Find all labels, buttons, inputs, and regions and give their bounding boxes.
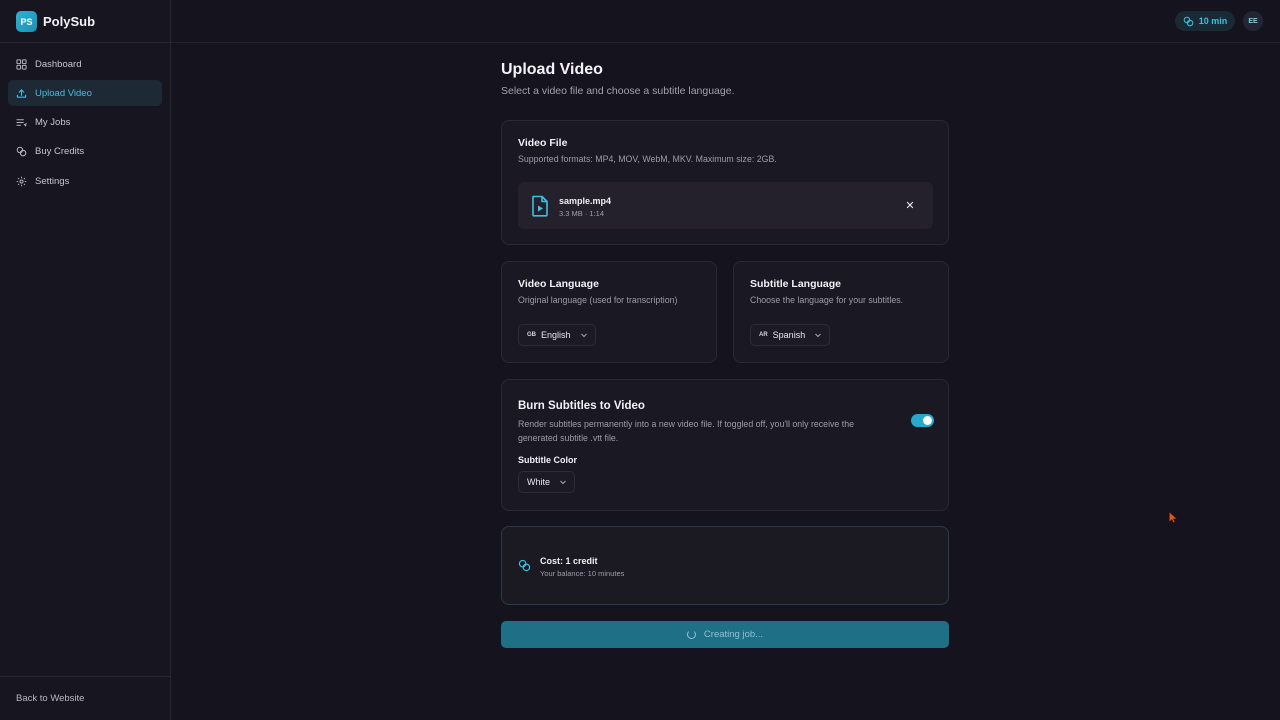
list-icon [16,117,27,128]
divider [0,676,171,677]
card-description: Render subtitles permanently into a new … [518,419,854,443]
brand-name: PolySub [43,14,96,29]
flag-ar-icon: AR [759,332,768,338]
spinner-icon [686,630,696,639]
chevron-down-icon [580,333,587,338]
sidebar-item-label: Dashboard [35,58,82,70]
burn-subtitles-toggle[interactable] [911,414,934,427]
flag-gb-icon: GB [527,332,536,338]
subtitle-language-select[interactable]: AR Spanish [750,324,830,346]
video-file-card: Video File Supported formats: MP4, MOV, … [501,120,949,245]
toggle-knob [923,416,932,425]
sidebar-item-buy-credits[interactable]: Buy Credits [8,139,162,165]
back-to-website-link[interactable]: Back to Website [16,693,84,704]
file-name: sample.mp4 [559,196,612,206]
sidebar-item-upload-video[interactable]: Upload Video [8,80,162,107]
card-title: Burn Subtitles to Video [518,400,645,412]
sidebar-item-my-jobs[interactable]: My Jobs [8,110,162,136]
coins-icon [1183,16,1194,26]
card-title: Video Language [518,278,599,290]
select-value: Spanish [772,330,806,340]
sidebar-item-label: Buy Credits [35,146,85,158]
video-language-select[interactable]: GB English [518,324,596,346]
select-value: English [541,330,571,340]
chevron-down-icon [815,333,822,338]
chevron-down-icon [560,480,566,485]
card-description: Choose the language for your subtitles. [750,295,904,305]
close-icon: ✕ [905,199,915,212]
sidebar-item-label: My Jobs [35,117,71,129]
header-divider [171,42,1280,43]
create-job-button[interactable]: Creating job... [501,621,949,648]
brand-logo: PS [16,11,37,32]
cost-card: Cost: 1 credit Your balance: 10 minutes [501,526,949,605]
gear-icon [16,176,27,187]
subtitle-language-card: Subtitle Language Choose the language fo… [733,261,949,363]
sidebar-item-settings[interactable]: Settings [8,168,162,194]
upload-icon [16,88,27,99]
card-description: Supported formats: MP4, MOV, WebM, MKV. … [518,154,777,164]
card-title: Subtitle Language [750,278,842,290]
video-file-icon [532,195,548,217]
divider [0,42,171,43]
sidebar-item-dashboard[interactable]: Dashboard [8,51,162,77]
balance-text: Your balance: 10 minutes [540,569,625,578]
remove-file-button[interactable]: ✕ [903,198,917,212]
coins-icon [16,146,27,157]
credits-balance-badge[interactable]: 10 min [1175,11,1235,31]
mouse-cursor-icon [1169,512,1177,523]
subtitle-color-select[interactable]: White [518,471,575,493]
sidebar-nav: Dashboard Upload Video My Jobs Buy Credi… [8,51,162,197]
coins-icon [518,559,531,572]
select-value: White [527,477,551,487]
cost-title: Cost: 1 credit [540,556,598,566]
card-title: Video File [518,137,568,149]
sidebar-item-label: Settings [35,175,70,187]
selected-file: sample.mp4 3.3 MB · 1:14 ✕ [518,182,933,229]
file-meta: 3.3 MB · 1:14 [559,209,605,218]
burn-subtitles-card: Burn Subtitles to Video Render subtitles… [501,379,949,511]
sidebar-item-label: Upload Video [35,87,92,99]
page-subtitle: Select a video file and choose a subtitl… [501,85,735,97]
credits-value: 10 min [1198,16,1228,26]
video-language-card: Video Language Original language (used f… [501,261,717,363]
avatar[interactable]: EE [1243,11,1263,31]
sidebar: PS PolySub Dashboard Upload Video My Job… [0,0,171,720]
card-description: Original language (used for transcriptio… [518,295,678,305]
brand[interactable]: PS PolySub [16,11,95,32]
subtitle-color-label: Subtitle Color [518,455,577,465]
grid-icon [16,58,27,70]
button-label: Creating job... [703,629,764,640]
page-title: Upload Video [501,61,603,78]
